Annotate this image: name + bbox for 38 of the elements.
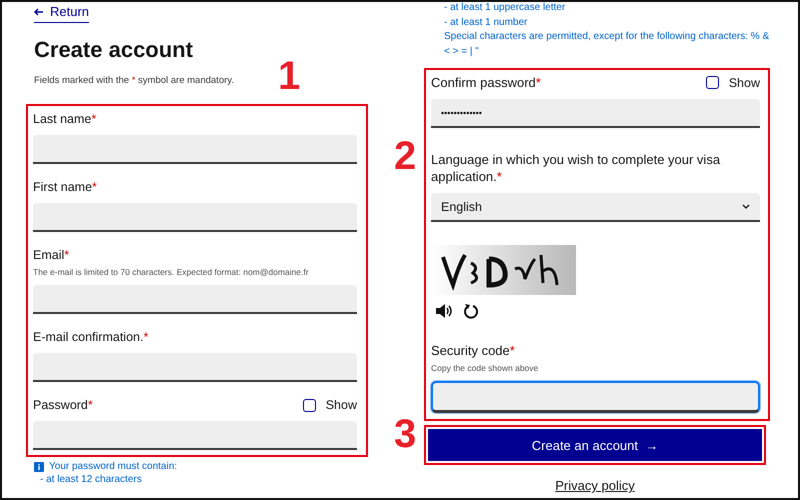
field-label: Security code* [431,342,515,359]
create-account-button[interactable]: Create an account → [428,429,762,461]
input-field[interactable] [33,203,357,232]
input-field[interactable] [33,285,357,314]
field-label: Language in which you wish to complete your visa application.* [431,151,722,185]
step-number: 1 [278,56,300,96]
arrow-left-icon [34,8,44,16]
page-title: Create account [34,37,194,63]
field-label: Password* [33,397,93,413]
input-field[interactable] [33,135,357,164]
field-hint: The e-mail is limited to 70 characters. Expected format: nom@domaine.fr [33,267,310,277]
field-label: Email* [33,247,70,263]
input-field[interactable] [33,353,357,382]
language-select[interactable]: English [431,193,760,222]
privacy-policy-link[interactable]: Privacy policy [555,478,635,493]
input-field[interactable] [33,421,357,450]
field-label: Confirm password* [431,74,541,91]
field-label: First name* [33,179,97,195]
password-rule: Special characters are permitted, except for the following characters: % & < > = | " [444,30,770,58]
password-field[interactable]: ••••••••••••• [431,99,760,128]
mandatory-note: Fields marked with the * symbol are mandatory. [34,75,235,86]
step-number: 3 [394,414,416,454]
show-checkbox[interactable]: Show [706,76,760,90]
field-label: E-mail confirmation.* [33,329,148,345]
chevron-down-icon [742,204,750,209]
input-field[interactable] [431,381,760,413]
field-hint: Copy the code shown above [431,363,540,373]
return-link[interactable]: Return [34,4,90,23]
refresh-icon[interactable] [463,303,479,319]
show-checkbox[interactable]: Show [302,398,357,412]
speaker-icon[interactable] [435,304,453,318]
info-icon [34,462,44,472]
field-label: Last name* [33,111,96,127]
password-rule: - at least 1 uppercase letter [444,2,566,15]
password-rule: - at least 12 characters [40,473,143,487]
password-rules-heading: Your password must contain: [49,461,178,472]
step-number: 2 [394,136,416,176]
password-rule: - at least 1 number [444,16,528,30]
